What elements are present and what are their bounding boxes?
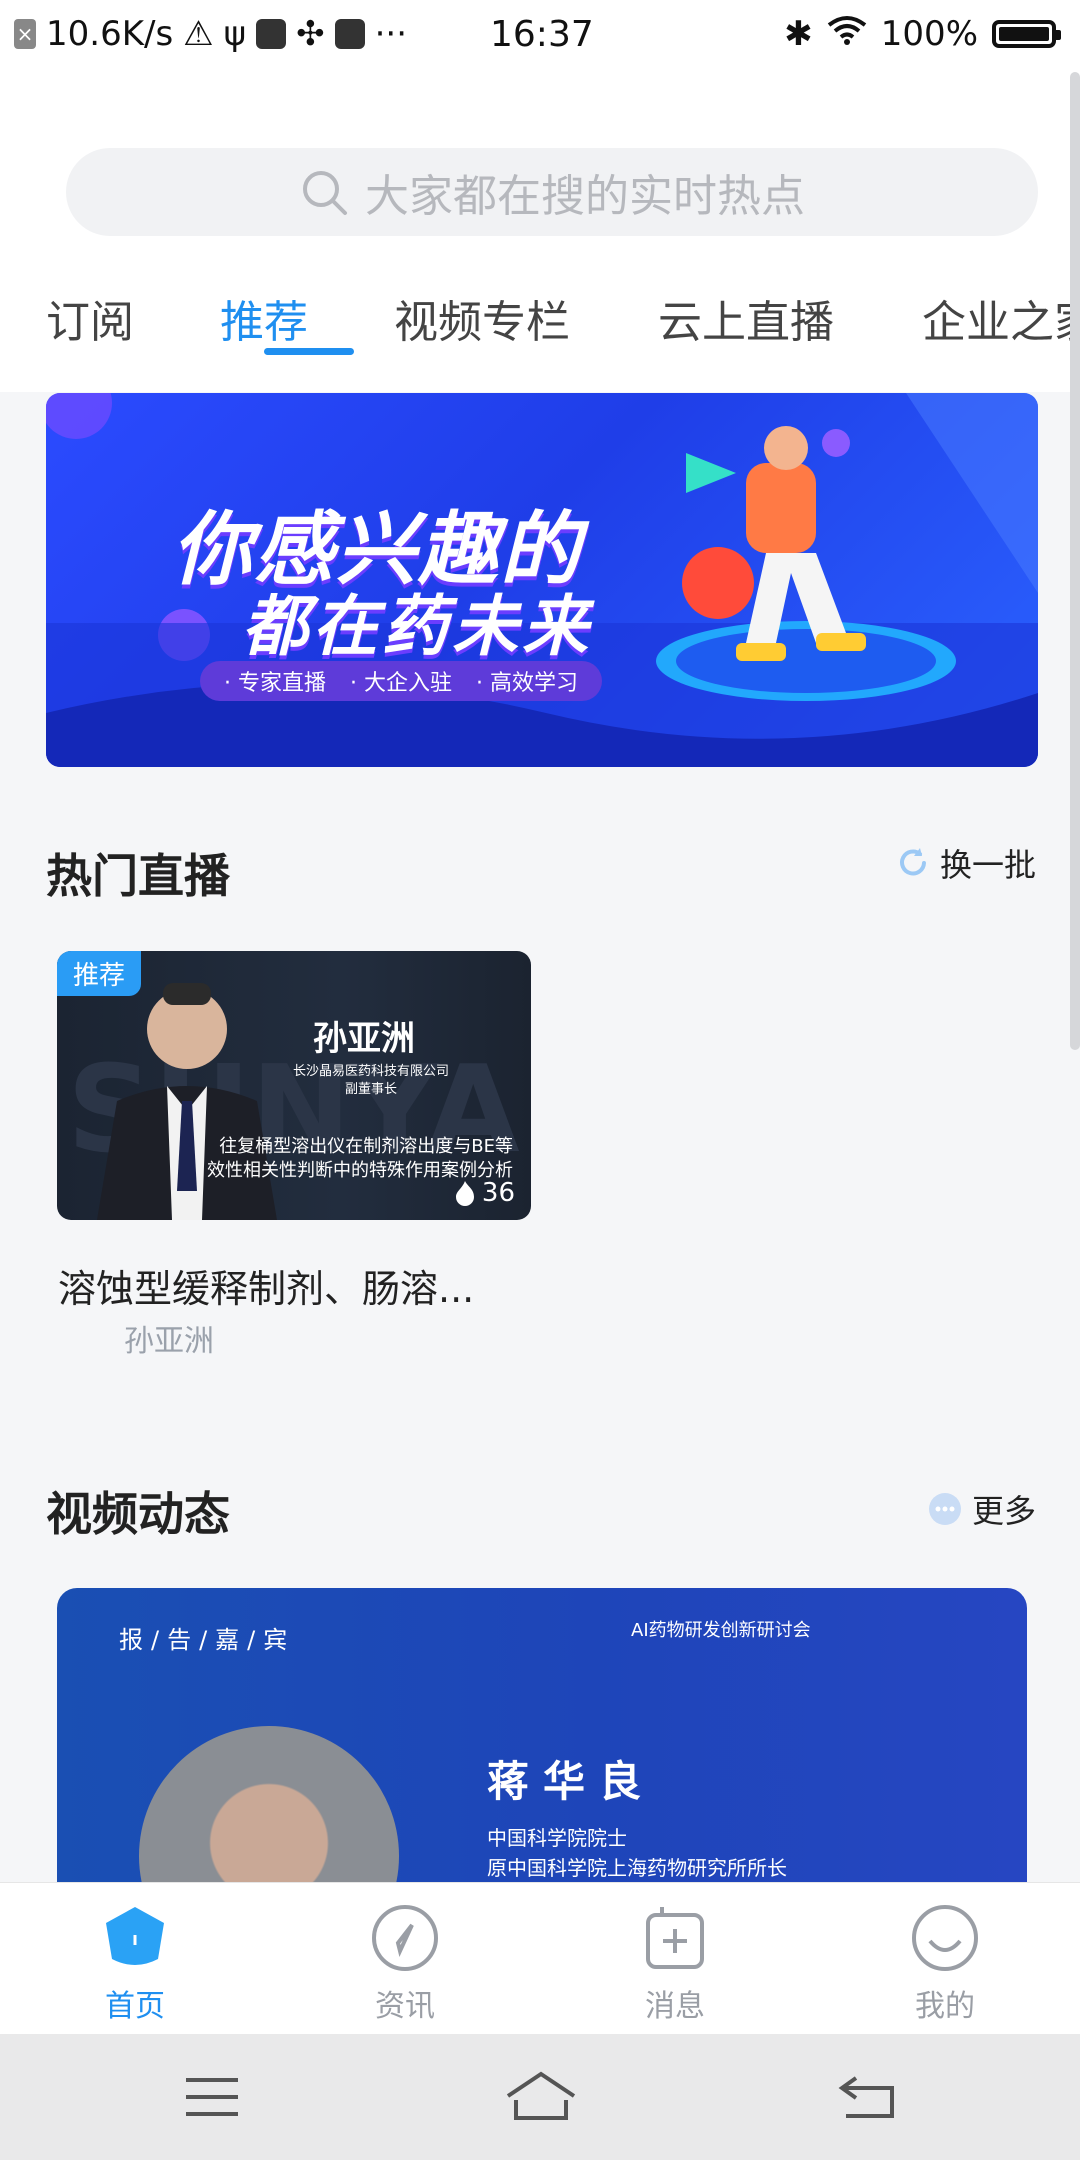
banner-tag: · 高效学习 (476, 671, 578, 696)
video-speaker-title2: 原中国科学院上海药物研究所所长 (487, 1856, 787, 1880)
status-left: × 10.6K/s ⚠ ψ ✣ ··· (14, 14, 407, 54)
banner-tags: · 专家直播 · 大企入驻 · 高效学习 (200, 661, 602, 701)
banner-title-line2: 都在药未来 (242, 588, 592, 665)
view-count: 36 (454, 1178, 515, 1208)
nav-profile[interactable]: 我的 (885, 1903, 1005, 2025)
hot-live-title: 热门直播 (46, 849, 230, 903)
video-news-title: 视频动态 (46, 1487, 230, 1541)
battery-percent: 100% (880, 14, 978, 54)
fire-icon (455, 1181, 474, 1206)
video-speaker-title1: 中国科学院院士 (487, 1826, 627, 1850)
smile-icon (912, 1905, 978, 1971)
video-card-thumbnail[interactable]: 报/告/嘉/宾 AI药物研发创新研讨会 蒋华良 中国科学院院士 原中国科学院上海… (57, 1588, 1027, 1888)
bluetooth-icon: ✱ (784, 14, 813, 54)
speaker-company: 长沙晶易医药科技有限公司 副董事长 (293, 1063, 449, 1099)
count-text: 36 (481, 1178, 515, 1208)
system-nav-bar (0, 2034, 1080, 2160)
message-plus-icon (646, 1907, 704, 1969)
app-icon (256, 19, 287, 49)
more-dots: ··· (374, 14, 408, 54)
search-placeholder: 大家都在搜的实时热点 (365, 171, 805, 222)
video-event: AI药物研发创新研讨会 (631, 1620, 811, 1641)
refresh-label: 换一批 (939, 846, 1036, 884)
banner-tag: · 专家直播 (224, 671, 326, 696)
refresh-icon (900, 848, 926, 876)
notification-close-icon: × (14, 19, 36, 49)
nav-home-label: 首页 (105, 1989, 165, 2024)
company-text: 长沙晶易医药科技有限公司 (293, 1064, 450, 1079)
tab-subscribe[interactable]: 订阅 (46, 286, 134, 350)
speaker-name: 孙亚洲 (313, 1019, 415, 1059)
home-button-icon[interactable] (504, 2070, 578, 2122)
fan-icon: ✣ (296, 14, 325, 54)
nav-profile-label: 我的 (915, 1989, 975, 2024)
live-card-thumbnail[interactable]: SUNYA 推荐 孙亚洲 长沙晶易医药科技有限公司 副董事长 往复桶型溶出仪在制… (57, 951, 531, 1220)
usb-icon: ψ (223, 14, 247, 54)
video-speaker-name: 蒋华良 (487, 1757, 656, 1806)
nav-home[interactable]: 首页 (75, 1903, 195, 2025)
video-header: 报/告/嘉/宾 (119, 1626, 296, 1654)
desc-line: 往复桶型溶出仪在制剂溶出度与BE等 (219, 1136, 513, 1157)
back-icon[interactable] (838, 2074, 896, 2120)
banner-tag: · 大企入驻 (350, 671, 452, 696)
live-description: 往复桶型溶出仪在制剂溶出度与BE等 效性相关性判断中的特殊作用案例分析 (207, 1135, 513, 1183)
search-icon (303, 171, 347, 215)
more-icon (928, 1493, 961, 1525)
scrollbar[interactable] (1070, 72, 1080, 1050)
status-time: 16:37 (490, 14, 594, 55)
battery-icon (992, 20, 1061, 48)
recommend-badge: 推荐 (57, 951, 142, 996)
tab-recommend[interactable]: 推荐 (220, 286, 308, 350)
search-bar[interactable]: 大家都在搜的实时热点 (66, 148, 1038, 236)
nav-news-label: 资讯 (375, 1989, 435, 2024)
network-speed: 10.6K/s (46, 14, 174, 54)
more-label: 更多 (971, 1492, 1036, 1530)
tab-video-column[interactable]: 视频专栏 (394, 286, 570, 350)
live-card-author: 孙亚洲 (124, 1324, 214, 1359)
speaker-avatar (139, 1726, 399, 1888)
tab-indicator (264, 348, 354, 355)
tab-cloud-live[interactable]: 云上直播 (658, 286, 834, 350)
nav-messages[interactable]: 消息 (615, 1903, 735, 2025)
more-button[interactable]: 更多 (928, 1486, 1036, 1532)
status-right: ✱ 100% (784, 14, 1061, 54)
nav-news[interactable]: 资讯 (345, 1903, 465, 2025)
refresh-button[interactable]: 换一批 (896, 840, 1036, 886)
warning-icon: ⚠ (183, 14, 214, 54)
live-card-title[interactable]: 溶蚀型缓释制剂、肠溶... (58, 1258, 474, 1313)
bottom-nav: 首页 资讯 消息 我的 (0, 1882, 1080, 2035)
nav-messages-label: 消息 (645, 1989, 705, 2024)
wifi-icon (827, 14, 867, 54)
compass-icon (372, 1905, 438, 1971)
weibo-icon (334, 19, 365, 49)
tab-enterprise[interactable]: 企业之家 (922, 286, 1080, 350)
menu-icon[interactable] (184, 2074, 240, 2120)
promo-banner[interactable]: 你感兴趣的 都在药未来 · 专家直播 · 大企入驻 · 高效学习 (46, 393, 1038, 767)
role-text: 副董事长 (345, 1082, 398, 1097)
home-icon (106, 1907, 164, 1965)
status-bar: × 10.6K/s ⚠ ψ ✣ ··· 16:37 ✱ 100% (0, 0, 1080, 72)
